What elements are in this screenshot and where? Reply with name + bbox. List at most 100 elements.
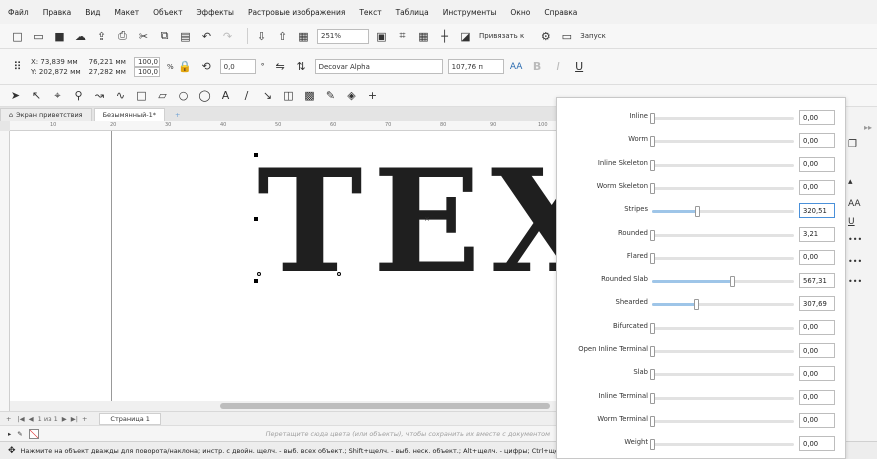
menu-window[interactable]: Окно xyxy=(510,8,530,17)
axis-slider-thumb[interactable] xyxy=(650,159,655,171)
pen-icon[interactable]: ✎ xyxy=(17,430,22,438)
eyedropper-icon[interactable]: ✎ xyxy=(323,88,338,103)
scale-x-field[interactable]: 100,0 xyxy=(133,56,160,67)
axis-slider[interactable] xyxy=(650,369,794,381)
rectangle-tool-icon[interactable]: □ xyxy=(134,88,149,103)
full-screen-icon[interactable]: ▣ xyxy=(374,29,389,44)
text-tool-icon[interactable]: A xyxy=(218,88,233,103)
axis-slider-thumb[interactable] xyxy=(650,182,655,194)
selection-handle[interactable] xyxy=(254,217,258,221)
more-icon[interactable]: ••• xyxy=(848,257,862,266)
guidelines-icon[interactable]: ┼ xyxy=(437,29,452,44)
fill-tool-icon[interactable]: ◈ xyxy=(344,88,359,103)
shadow-tool-icon[interactable]: ◫ xyxy=(281,88,296,103)
rotation-field[interactable]: 0,0 xyxy=(219,59,256,74)
cut-icon[interactable]: ✂ xyxy=(136,29,151,44)
menu-tools[interactable]: Инструменты xyxy=(443,8,497,17)
selection-handle[interactable] xyxy=(254,279,258,283)
axis-slider[interactable] xyxy=(650,439,794,451)
axis-slider[interactable] xyxy=(652,276,794,288)
undo-icon[interactable]: ↶ xyxy=(199,29,214,44)
paste-icon[interactable]: ▤ xyxy=(178,29,193,44)
horizontal-scrollbar[interactable] xyxy=(10,401,560,411)
axis-slider[interactable] xyxy=(652,299,794,311)
axis-slider[interactable] xyxy=(650,346,794,357)
pdf-icon[interactable]: ▦ xyxy=(296,29,311,44)
mirror-horizontal-icon[interactable]: ⇋ xyxy=(273,59,288,74)
font-size-dropdown[interactable]: 107,76 п xyxy=(447,59,504,74)
no-color-swatch[interactable] xyxy=(28,428,39,439)
polygon-tool-icon[interactable]: ▱ xyxy=(155,88,170,103)
axis-slider-thumb[interactable] xyxy=(693,299,699,311)
axis-slider-thumb[interactable] xyxy=(650,229,655,241)
import-icon[interactable]: ⇩ xyxy=(254,29,269,44)
axis-slider-thumb[interactable] xyxy=(694,206,700,218)
dimension-tool-icon[interactable]: ∕ xyxy=(239,88,254,103)
copy-icon[interactable]: ⧉ xyxy=(157,29,172,44)
launch-dropdown[interactable]: Запуск xyxy=(580,32,606,40)
pick-tool-icon[interactable]: ➤ xyxy=(8,88,23,103)
width-field[interactable]: 76,221 мм xyxy=(89,57,126,67)
lock-ratio-icon[interactable]: 🔒 xyxy=(178,59,193,74)
axis-slider[interactable] xyxy=(650,392,794,404)
axis-value-field[interactable]: 567,31 xyxy=(799,273,835,289)
height-field[interactable]: 27,282 мм xyxy=(89,67,126,77)
axis-slider[interactable] xyxy=(650,113,794,124)
axis-value-field[interactable]: 0,00 xyxy=(799,412,835,428)
docker-button-icon[interactable]: ❐ xyxy=(848,139,857,150)
axis-slider[interactable] xyxy=(650,252,794,264)
menu-help[interactable]: Справка xyxy=(544,8,577,17)
rulers-icon[interactable]: ⌗ xyxy=(395,29,410,44)
menu-file[interactable]: Файл xyxy=(8,8,29,17)
menu-edit[interactable]: Правка xyxy=(43,8,72,17)
font-list-dropdown[interactable]: Decovar Alpha xyxy=(314,59,443,74)
axis-slider[interactable] xyxy=(650,229,794,241)
save-icon[interactable]: ■ xyxy=(52,29,67,44)
axis-value-field[interactable]: 0,00 xyxy=(799,133,835,149)
node-handle[interactable] xyxy=(257,272,261,276)
axis-slider-thumb[interactable] xyxy=(650,252,655,264)
axis-slider-thumb[interactable] xyxy=(650,136,655,148)
prev-page-icon[interactable]: ◀ xyxy=(29,415,34,423)
axis-slider-thumb[interactable] xyxy=(650,113,655,124)
shape-tool-2-icon[interactable]: ◯ xyxy=(197,88,212,103)
transparency-tool-icon[interactable]: ▩ xyxy=(302,88,317,103)
tab-document[interactable]: Безымянный-1* xyxy=(93,108,166,121)
grid-icon[interactable]: ▦ xyxy=(416,29,431,44)
new-document-icon[interactable]: □ xyxy=(10,29,25,44)
axis-slider-thumb[interactable] xyxy=(650,322,655,334)
launch-icon[interactable]: ▭ xyxy=(559,29,574,44)
gear-icon[interactable]: ⚙ xyxy=(538,29,553,44)
object-origin-icon[interactable]: ⠿ xyxy=(10,59,25,74)
zoom-level-field[interactable]: 251% xyxy=(317,28,369,44)
connector-tool-icon[interactable]: ↘ xyxy=(260,88,275,103)
axis-value-field[interactable]: 307,69 xyxy=(799,296,835,312)
axis-slider-thumb[interactable] xyxy=(730,276,736,288)
menu-bitmaps[interactable]: Растровые изображения xyxy=(248,8,345,17)
menu-view[interactable]: Вид xyxy=(85,8,100,17)
snap-icon[interactable]: ◪ xyxy=(458,29,473,44)
vertical-ruler[interactable] xyxy=(0,131,10,411)
page-tab[interactable]: Страница 1 xyxy=(99,412,161,425)
menu-effects[interactable]: Эффекты xyxy=(196,8,234,17)
mirror-vertical-icon[interactable]: ⇅ xyxy=(294,59,309,74)
drawing-canvas[interactable]: TEXT × xyxy=(10,131,560,401)
next-page-icon[interactable]: ▶ xyxy=(62,415,67,423)
first-page-icon[interactable]: |◀ xyxy=(17,415,24,423)
axis-value-field[interactable]: 0,00 xyxy=(799,110,835,125)
axis-value-field[interactable]: 0,00 xyxy=(799,343,835,358)
axis-value-field[interactable]: 0,00 xyxy=(799,249,835,265)
freehand-tool-icon[interactable]: ↝ xyxy=(92,88,107,103)
axis-slider[interactable] xyxy=(650,415,794,427)
more-icon[interactable]: ••• xyxy=(848,277,862,286)
zoom-tool-icon[interactable]: ⚲ xyxy=(71,88,86,103)
axis-slider-thumb[interactable] xyxy=(650,415,655,427)
menu-text[interactable]: Текст xyxy=(359,8,381,17)
collapse-docker-icon[interactable]: ▸▸ xyxy=(864,123,872,132)
axis-slider-thumb[interactable] xyxy=(650,439,655,451)
add-tab-button[interactable]: + xyxy=(167,108,188,121)
axis-value-field[interactable]: 0,00 xyxy=(799,319,835,335)
bold-icon[interactable]: B xyxy=(530,59,545,74)
node-handle[interactable] xyxy=(337,272,341,276)
share-icon[interactable]: ⇪ xyxy=(94,29,109,44)
